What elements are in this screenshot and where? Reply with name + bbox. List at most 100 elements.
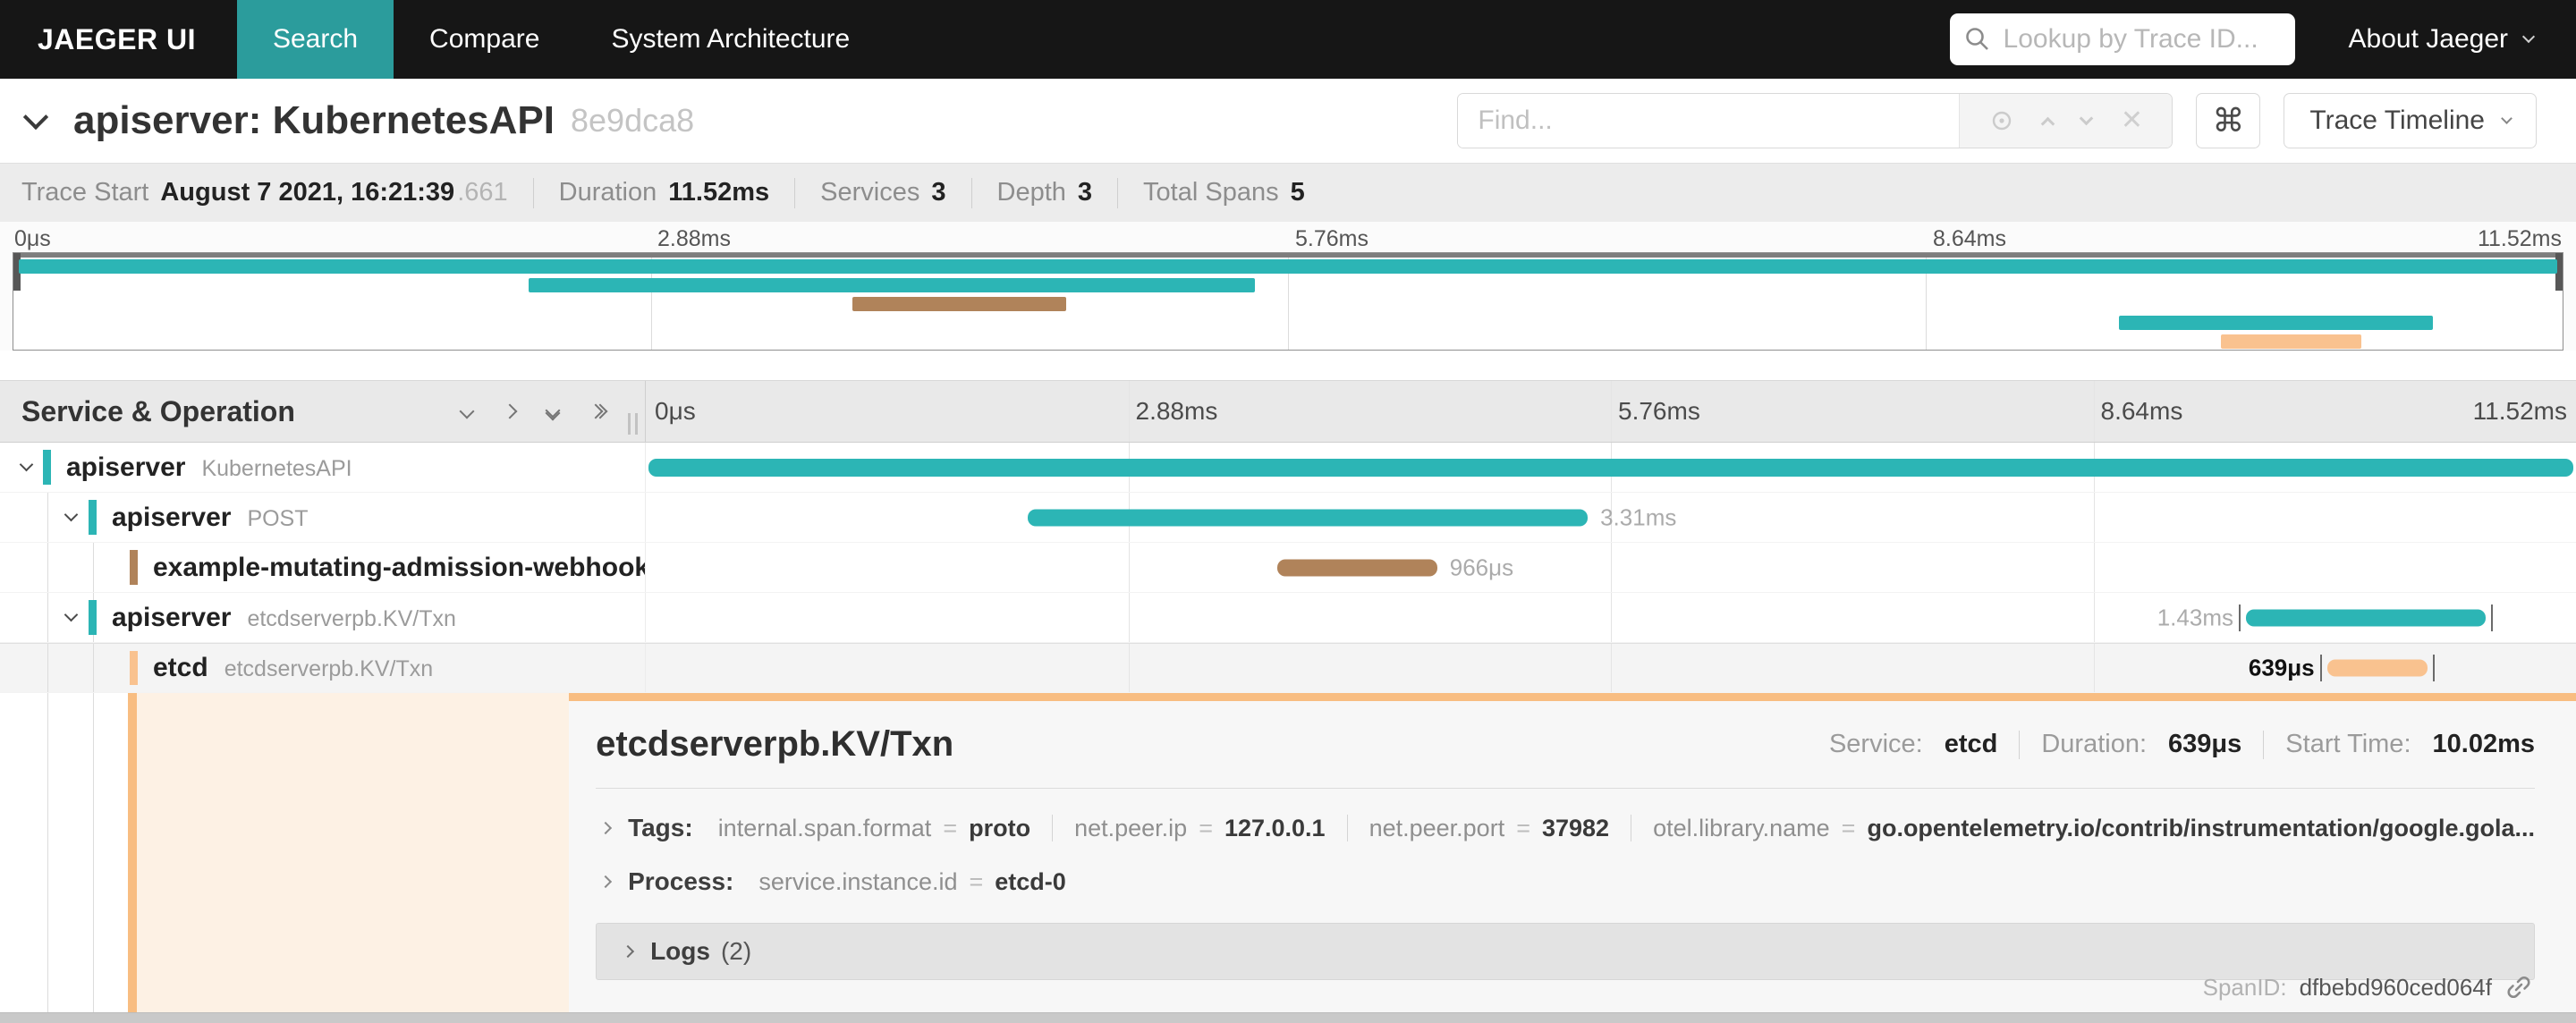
span-operation-name: POST <box>247 505 309 531</box>
gridline <box>2093 644 2095 692</box>
span-bar[interactable] <box>2326 659 2428 677</box>
span-duration-label: 639μs <box>2248 654 2315 681</box>
span-bar[interactable] <box>1028 509 1589 526</box>
divider <box>596 788 2535 789</box>
span-service-name: apiserver <box>112 602 232 632</box>
command-icon: ⌘ <box>2212 102 2245 139</box>
minimap-span-bar <box>2119 316 2433 330</box>
trace-minimap: 0μs 2.88ms 5.76ms 8.64ms 11.52ms <box>0 222 2576 351</box>
span-row-apiserver-kubernetesapi[interactable]: apiserver KubernetesAPI <box>0 443 2576 493</box>
trace-summary-bar: Trace Start August 7 2021, 16:21:39.661 … <box>0 163 2576 222</box>
collapse-one-icon[interactable] <box>459 403 475 419</box>
span-id-label: SpanID: <box>2202 973 2287 1001</box>
horizontal-scrollbar[interactable] <box>0 1012 2576 1023</box>
trace-lookup-input[interactable] <box>2003 24 2281 55</box>
minimap-span-bar <box>852 297 1067 311</box>
logs-count: (2) <box>720 937 752 965</box>
collapse-trace-chevron-icon[interactable] <box>22 104 49 131</box>
tree-guide <box>47 644 48 692</box>
summary-services: Services 3 <box>820 178 946 207</box>
about-jaeger-menu[interactable]: About Jaeger <box>2348 24 2536 55</box>
about-jaeger-label: About Jaeger <box>2348 24 2508 54</box>
span-row-webhook[interactable]: example-mutating-admission-webhook... 96… <box>0 543 2576 593</box>
tags-row[interactable]: Tags: internal.span.format = proto net.p… <box>596 814 2535 842</box>
tree-guide <box>47 543 48 592</box>
span-service-name: example-mutating-admission-webhook... <box>153 552 645 582</box>
tick-label: 11.52ms <box>2477 226 2562 251</box>
expand-all-icon[interactable] <box>588 403 608 419</box>
expand-one-icon[interactable] <box>502 403 518 419</box>
summary-total-spans: Total Spans 5 <box>1143 178 1305 207</box>
span-row-etcd-txn-selected[interactable]: etcd etcdserverpb.KV/Txn 639μs <box>0 643 2576 693</box>
column-resizer-handle[interactable] <box>628 413 638 435</box>
gridline <box>1611 543 1612 592</box>
search-icon <box>1964 26 1991 53</box>
span-color-bar <box>43 450 51 485</box>
find-input[interactable] <box>1458 94 1960 148</box>
span-detail-highlight <box>137 693 570 1012</box>
summary-duration: Duration 11.52ms <box>558 178 770 207</box>
tree-guide <box>47 693 48 1012</box>
trace-header: apiserver: KubernetesAPI 8e9dca8 ✕ ⌘ Tra… <box>0 79 2576 163</box>
divider <box>532 177 534 208</box>
expand-chevron-icon <box>622 944 635 959</box>
span-row-apiserver-post[interactable]: apiserver POST 3.31ms <box>0 493 2576 543</box>
span-row-apiserver-etcd-txn[interactable]: apiserver etcdserverpb.KV/Txn 1.43ms <box>0 593 2576 643</box>
link-icon[interactable] <box>2504 973 2533 1002</box>
minimap-canvas[interactable] <box>13 252 2563 351</box>
nav-tab-search[interactable]: Search <box>236 0 394 79</box>
span-detail-panel: etcdserverpb.KV/Txn Service: etcd Durati… <box>569 693 2576 1012</box>
minimap-span-bar <box>2221 334 2361 349</box>
timeline-header-left: Service & Operation <box>0 381 646 442</box>
duration-value: 639μs <box>2168 730 2242 758</box>
span-operation-name: KubernetesAPI <box>201 455 352 481</box>
gridline <box>1611 593 1612 642</box>
view-selector-button[interactable]: Trace Timeline <box>2284 93 2537 148</box>
collapse-all-icon[interactable] <box>545 402 561 420</box>
view-selector-label: Trace Timeline <box>2309 106 2485 135</box>
app-brand[interactable]: JAEGER UI <box>0 23 237 56</box>
gridline <box>1611 381 1612 442</box>
top-nav: JAEGER UI Search Compare System Architec… <box>0 0 2576 79</box>
span-rows: apiserver KubernetesAPI apiserver POST 3… <box>0 443 2576 693</box>
span-service-name: apiserver <box>66 452 186 482</box>
span-service-name: apiserver <box>112 502 232 532</box>
duration-label: Duration: <box>2041 730 2148 758</box>
tag-item: otel.library.name = go.opentelemetry.io/… <box>1653 814 2535 841</box>
tag-item: net.peer.port = 37982 <box>1368 814 1610 841</box>
minimap-range-bar[interactable] <box>13 253 2563 258</box>
summary-depth: Depth 3 <box>996 178 1093 207</box>
span-bar[interactable] <box>648 458 2573 477</box>
gridline <box>1128 593 1130 642</box>
clear-find-icon[interactable]: ✕ <box>2121 107 2143 134</box>
span-operation-name: etcdserverpb.KV/Txn <box>224 656 434 681</box>
span-bar[interactable] <box>2245 609 2486 626</box>
service-operation-header: Service & Operation <box>21 394 295 427</box>
tick-label: 8.64ms <box>2100 397 2183 425</box>
nav-tabs: Search Compare System Architecture <box>236 0 886 79</box>
gridline <box>1128 381 1130 442</box>
nav-tab-compare[interactable]: Compare <box>394 0 575 79</box>
focus-match-icon[interactable] <box>1989 108 2014 133</box>
service-value: etcd <box>1944 730 1998 758</box>
next-match-icon[interactable] <box>2080 111 2094 125</box>
trace-lookup-box[interactable] <box>1949 13 2295 65</box>
service-label: Service: <box>1828 730 1923 758</box>
span-detail-title: etcdserverpb.KV/Txn <box>596 724 954 764</box>
divider <box>1346 815 1348 841</box>
process-item: service.instance.id = etcd-0 <box>758 867 1066 895</box>
summary-trace-start: Trace Start August 7 2021, 16:21:39.661 <box>21 178 508 207</box>
expand-chevron-icon <box>599 821 613 835</box>
caret-down-icon <box>2501 113 2512 124</box>
tick-label: 2.88ms <box>1135 397 1218 425</box>
span-color-bar <box>130 550 138 585</box>
prev-match-icon[interactable] <box>2040 116 2055 131</box>
span-bar[interactable] <box>1276 559 1437 576</box>
tick-label: 0μs <box>14 226 51 251</box>
process-row[interactable]: Process: service.instance.id = etcd-0 <box>596 867 2535 896</box>
tags-title: Tags: <box>628 814 693 841</box>
nav-tab-system-architecture[interactable]: System Architecture <box>575 0 886 79</box>
process-title: Process: <box>628 867 734 895</box>
keyboard-shortcuts-button[interactable]: ⌘ <box>2196 93 2261 148</box>
logs-row[interactable]: Logs (2) <box>596 923 2535 980</box>
